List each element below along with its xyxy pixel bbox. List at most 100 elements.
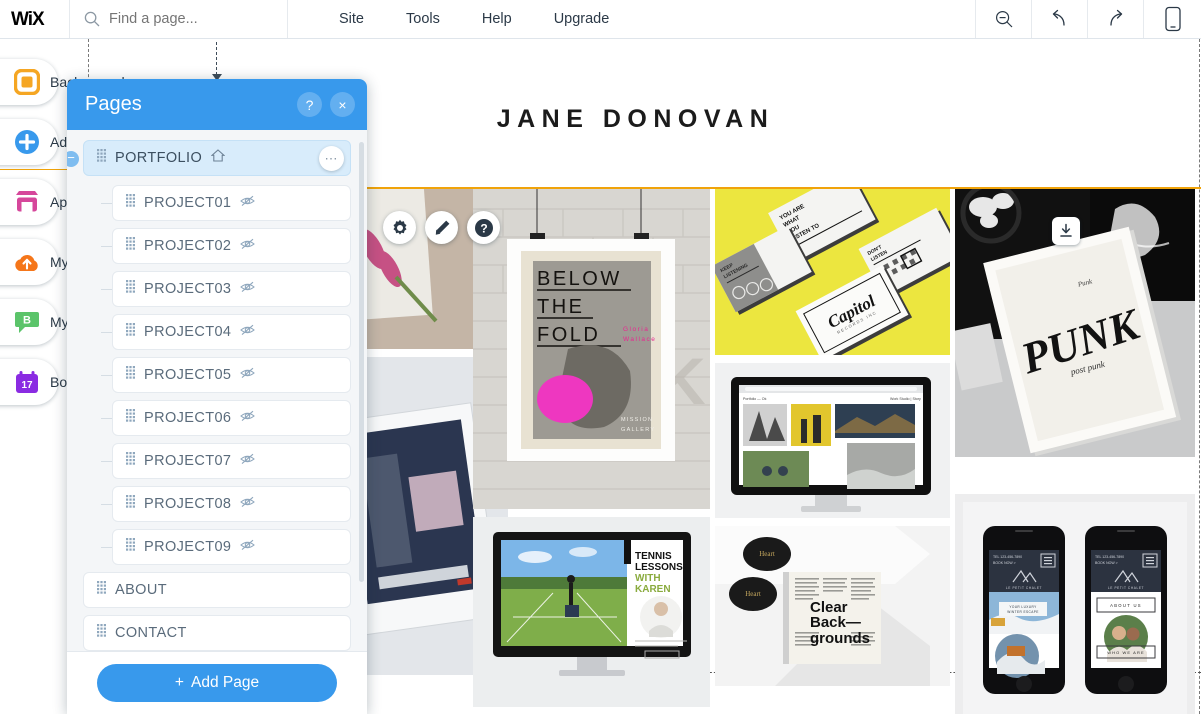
redo-button[interactable] (1087, 0, 1143, 38)
gallery-item[interactable]: K BELOW THE FOLD Gloria Wallace MISSION … (473, 189, 710, 509)
svg-text:?: ? (480, 221, 487, 235)
page-row-project08[interactable]: PROJECT08 (101, 486, 351, 522)
undo-icon (1052, 9, 1065, 26)
tree-connector (101, 375, 112, 376)
drag-handle-icon[interactable] (126, 280, 135, 298)
svg-text:BELOW: BELOW (537, 268, 622, 290)
tree-connector (101, 203, 112, 204)
sidebar-item-background[interactable]: Background (0, 59, 125, 105)
sidebar-item-app-market[interactable]: App Market (0, 179, 122, 225)
menu-tools[interactable]: Tools (385, 0, 461, 38)
hidden-eye-icon (240, 237, 256, 255)
svg-text:TEL 123-456-7890: TEL 123-456-7890 (993, 555, 1022, 559)
pages-panel[interactable]: Pages ? × − PORTFOLIO ⋯ PROJECT01 PROJEC… (67, 79, 367, 714)
page-row-contact[interactable]: CONTACT (83, 615, 351, 651)
page-label-contact: CONTACT (115, 625, 187, 641)
drag-handle-icon[interactable] (97, 149, 106, 167)
drag-handle-icon[interactable] (126, 194, 135, 212)
collapse-toggle-label: − (67, 150, 75, 165)
menu-help[interactable]: Help (461, 0, 533, 38)
panel-help-label: ? (305, 96, 314, 113)
design-pen-button[interactable] (425, 211, 458, 244)
svg-text:Heart: Heart (745, 590, 761, 598)
gallery-image-capitol-cards: YOU AREWHAT YOULISTEN TO KEEPLISTENING D… (715, 189, 950, 355)
download-icon (1060, 223, 1072, 237)
page-label-portfolio: PORTFOLIO (115, 150, 203, 166)
page-label-project04: PROJECT04 (144, 324, 232, 340)
svg-text:17: 17 (21, 380, 33, 391)
gallery-item[interactable]: TENNIS LESSONS WITH KAREN (473, 517, 710, 707)
collapse-toggle[interactable]: − (67, 151, 79, 167)
page-row-project07[interactable]: PROJECT07 (101, 443, 351, 479)
svg-text:TEL 123-456-7890: TEL 123-456-7890 (1095, 555, 1124, 559)
add-page-plus-icon: + (174, 674, 184, 691)
page-label-project05: PROJECT05 (144, 367, 232, 383)
page-row-portfolio[interactable]: − PORTFOLIO ⋯ (67, 140, 351, 176)
zoom-out-button[interactable] (975, 0, 1031, 38)
page-label-project08: PROJECT08 (144, 496, 232, 512)
svg-text:ABOUT US: ABOUT US (1110, 603, 1142, 608)
pages-panel-footer: + Add Page (67, 651, 367, 714)
download-button[interactable] (1052, 217, 1080, 245)
svg-text:Gloria: Gloria (623, 326, 649, 333)
hidden-eye-icon (240, 495, 256, 513)
search-input[interactable] (109, 11, 273, 27)
svg-text:Work Studio | Story: Work Studio | Story (890, 397, 921, 401)
drag-handle-icon[interactable] (126, 409, 135, 427)
sidebar-item-bookings[interactable]: 17 Bookings (0, 359, 108, 405)
hidden-eye-icon (240, 280, 256, 298)
page-row-project01[interactable]: PROJECT01 (101, 185, 351, 221)
gallery-item[interactable]: YOU ARE WHAT YOU LISTEN TO KEEP LISTENING (715, 189, 950, 355)
page-row-project09[interactable]: PROJECT09 (101, 529, 351, 565)
pages-list[interactable]: − PORTFOLIO ⋯ PROJECT01 PROJECT02 PROJEC… (67, 130, 367, 651)
wix-logo[interactable]: WiX (0, 0, 70, 38)
mobile-view-button[interactable] (1143, 0, 1201, 38)
panel-help-button[interactable]: ? (297, 92, 322, 117)
page-row-project04[interactable]: PROJECT04 (101, 314, 351, 350)
menu-site[interactable]: Site (318, 0, 385, 38)
undo-button[interactable] (1031, 0, 1087, 38)
drag-handle-icon[interactable] (126, 237, 135, 255)
page-row-project05[interactable]: PROJECT05 (101, 357, 351, 393)
gallery-item[interactable]: Portfolio — Ok Work Studio | Story (715, 363, 950, 518)
drag-handle-icon[interactable] (126, 538, 135, 556)
menu-upgrade[interactable]: Upgrade (533, 0, 631, 38)
calendar-icon: 17 (12, 367, 42, 397)
svg-text:KAREN: KAREN (635, 584, 671, 595)
gallery-item[interactable]: TEL 123-456-7890 BOOK NOW > LE PETIT CHAL… (955, 494, 1195, 714)
drag-handle-icon[interactable] (97, 624, 106, 642)
sidebar-item-add[interactable]: Add (0, 119, 75, 165)
top-toolbar: WiX Site Tools Help Upgrade (0, 0, 1201, 39)
drag-handle-icon[interactable] (97, 581, 106, 599)
drag-handle-icon[interactable] (126, 323, 135, 341)
gallery-image-tennis-monitor: TENNIS LESSONS WITH KAREN (473, 517, 710, 707)
gallery-image-below-the-fold-poster: K BELOW THE FOLD Gloria Wallace MISSIONG… (473, 189, 710, 509)
sidebar-item-my-blog[interactable]: B My Blog (0, 299, 101, 345)
svg-text:Wallace: Wallace (623, 336, 656, 343)
page-row-project06[interactable]: PROJECT06 (101, 400, 351, 436)
page-row-project02[interactable]: PROJECT02 (101, 228, 351, 264)
svg-text:GALLERY: GALLERY (621, 427, 655, 433)
svg-text:B: B (23, 314, 31, 326)
settings-gear-button[interactable] (383, 211, 416, 244)
page-more-options-button[interactable]: ⋯ (319, 146, 344, 171)
page-row-about[interactable]: ABOUT (83, 572, 351, 608)
pages-list-scrollbar[interactable] (359, 142, 364, 582)
page-label-project06: PROJECT06 (144, 410, 232, 426)
help-question-button[interactable]: ? (467, 211, 500, 244)
svg-text:WINTER ESCAPE: WINTER ESCAPE (1007, 610, 1039, 614)
page-search[interactable] (70, 0, 288, 38)
page-row-project03[interactable]: PROJECT03 (101, 271, 351, 307)
drag-handle-icon[interactable] (126, 495, 135, 513)
drag-handle-icon[interactable] (126, 452, 135, 470)
tree-connector (101, 547, 112, 548)
add-page-button[interactable]: + Add Page (97, 664, 337, 702)
svg-text:BOOK NOW >: BOOK NOW > (1095, 561, 1118, 565)
sidebar-item-my-uploads[interactable]: My Uploads (0, 239, 124, 285)
svg-text:Portfolio — Ok: Portfolio — Ok (743, 397, 767, 401)
top-tool-buttons (975, 0, 1201, 38)
drag-handle-icon[interactable] (126, 366, 135, 384)
panel-close-button[interactable]: × (330, 92, 355, 117)
page-label-project02: PROJECT02 (144, 238, 232, 254)
gallery-item[interactable]: Heart Heart Clear Back— grounds (715, 526, 950, 686)
